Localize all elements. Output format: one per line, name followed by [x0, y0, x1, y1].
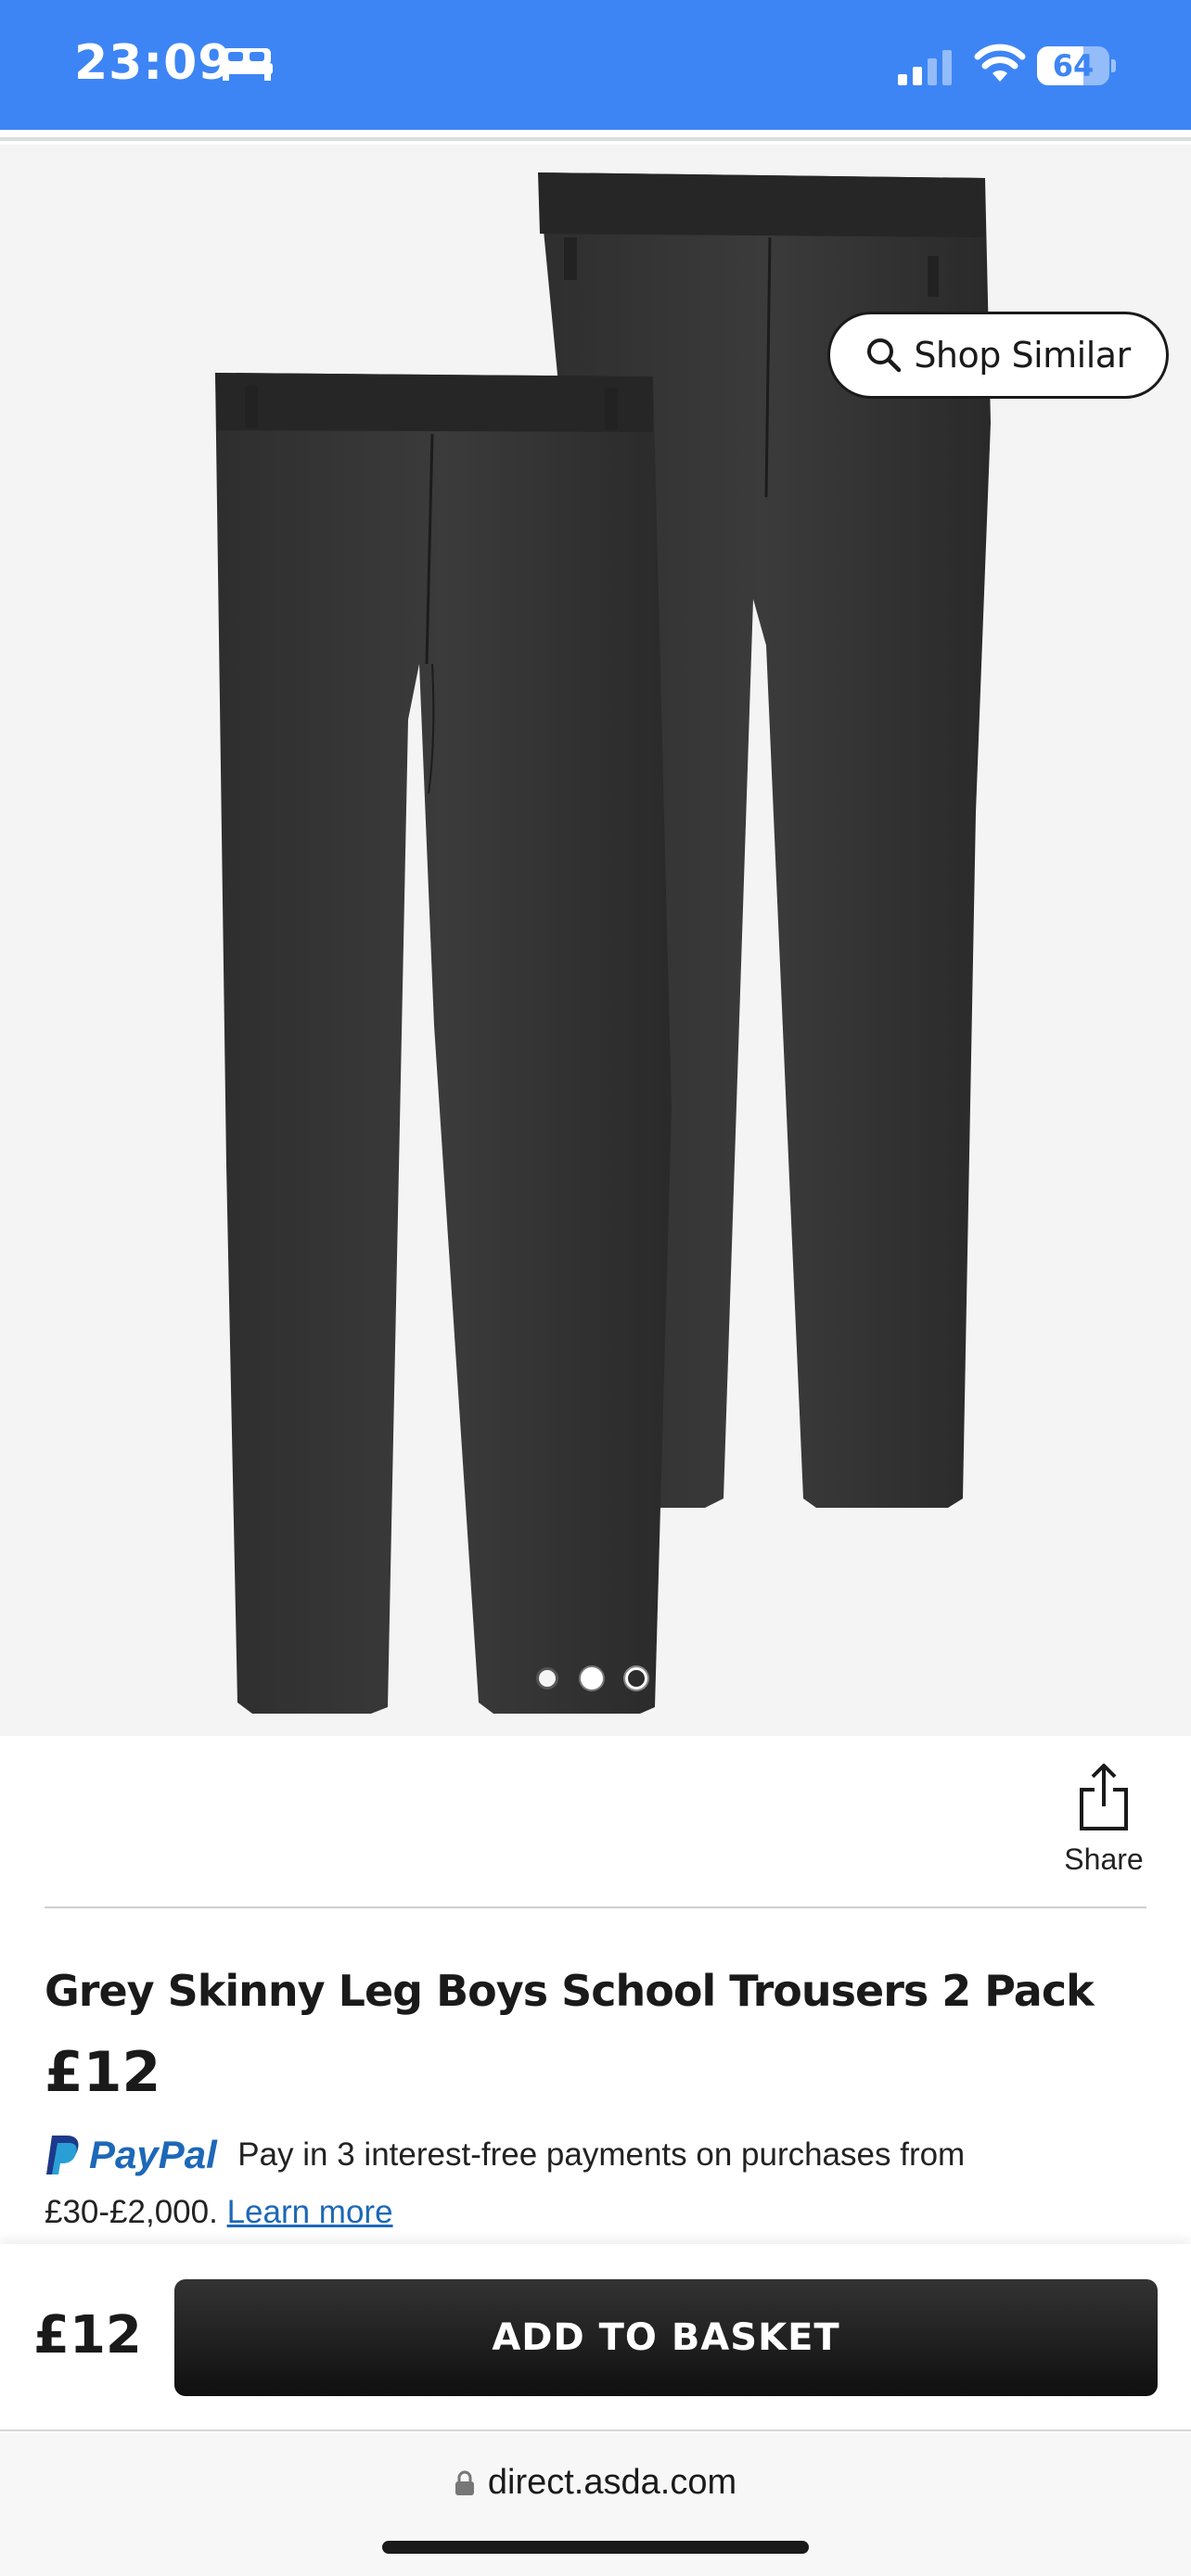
product-title: Grey Skinny Leg Boys School Trousers 2 P… [45, 1966, 1095, 2016]
battery-level: 64 [1052, 48, 1095, 83]
product-price: £12 [45, 2040, 161, 2105]
carousel-dot[interactable] [536, 1667, 558, 1690]
bed-icon [221, 48, 273, 81]
status-bar: 23:09 64 [0, 0, 1191, 130]
paypal-range: £30-£2,000. [45, 2194, 218, 2230]
product-image-gallery[interactable]: Shop Similar [0, 145, 1191, 1736]
basket-bar-price: £12 [33, 2305, 142, 2366]
learn-more-link[interactable]: Learn more [227, 2194, 393, 2230]
paypal-logo: PayPal [45, 2133, 217, 2177]
search-icon [867, 338, 902, 373]
add-to-basket-button[interactable]: ADD TO BASKET [174, 2279, 1158, 2396]
paypal-message-line2: £30-£2,000. Learn more [45, 2194, 393, 2231]
share-icon [1080, 1764, 1128, 1830]
add-to-basket-label: ADD TO BASKET [492, 2316, 840, 2359]
status-time: 23:09 [74, 35, 233, 91]
carousel-dot[interactable] [581, 1667, 603, 1690]
share-button[interactable]: Share [1057, 1762, 1150, 1877]
battery-icon: 64 [1037, 46, 1116, 85]
lock-icon [455, 2470, 474, 2495]
section-divider [45, 1906, 1146, 1908]
wifi-icon [974, 44, 1026, 82]
carousel-dots[interactable] [536, 1667, 647, 1690]
top-divider [0, 137, 1191, 141]
shop-similar-button[interactable]: Shop Similar [827, 312, 1169, 399]
paypal-banner: PayPal Pay in 3 interest-free payments o… [45, 2133, 1158, 2177]
shop-similar-label: Shop Similar [914, 335, 1131, 376]
url-text[interactable]: direct.asda.com [488, 2463, 736, 2503]
paypal-message: Pay in 3 interest-free payments on purch… [237, 2136, 966, 2173]
sticky-basket-bar: £12 ADD TO BASKET [0, 2244, 1191, 2431]
share-label: Share [1064, 1843, 1144, 1876]
cellular-signal-icon [898, 50, 952, 85]
carousel-dot[interactable] [625, 1667, 647, 1690]
home-indicator[interactable] [382, 2541, 809, 2554]
paypal-icon [46, 2136, 79, 2174]
paypal-wordmark: PayPal [89, 2133, 217, 2176]
browser-url-bar[interactable]: direct.asda.com [0, 2433, 1191, 2576]
